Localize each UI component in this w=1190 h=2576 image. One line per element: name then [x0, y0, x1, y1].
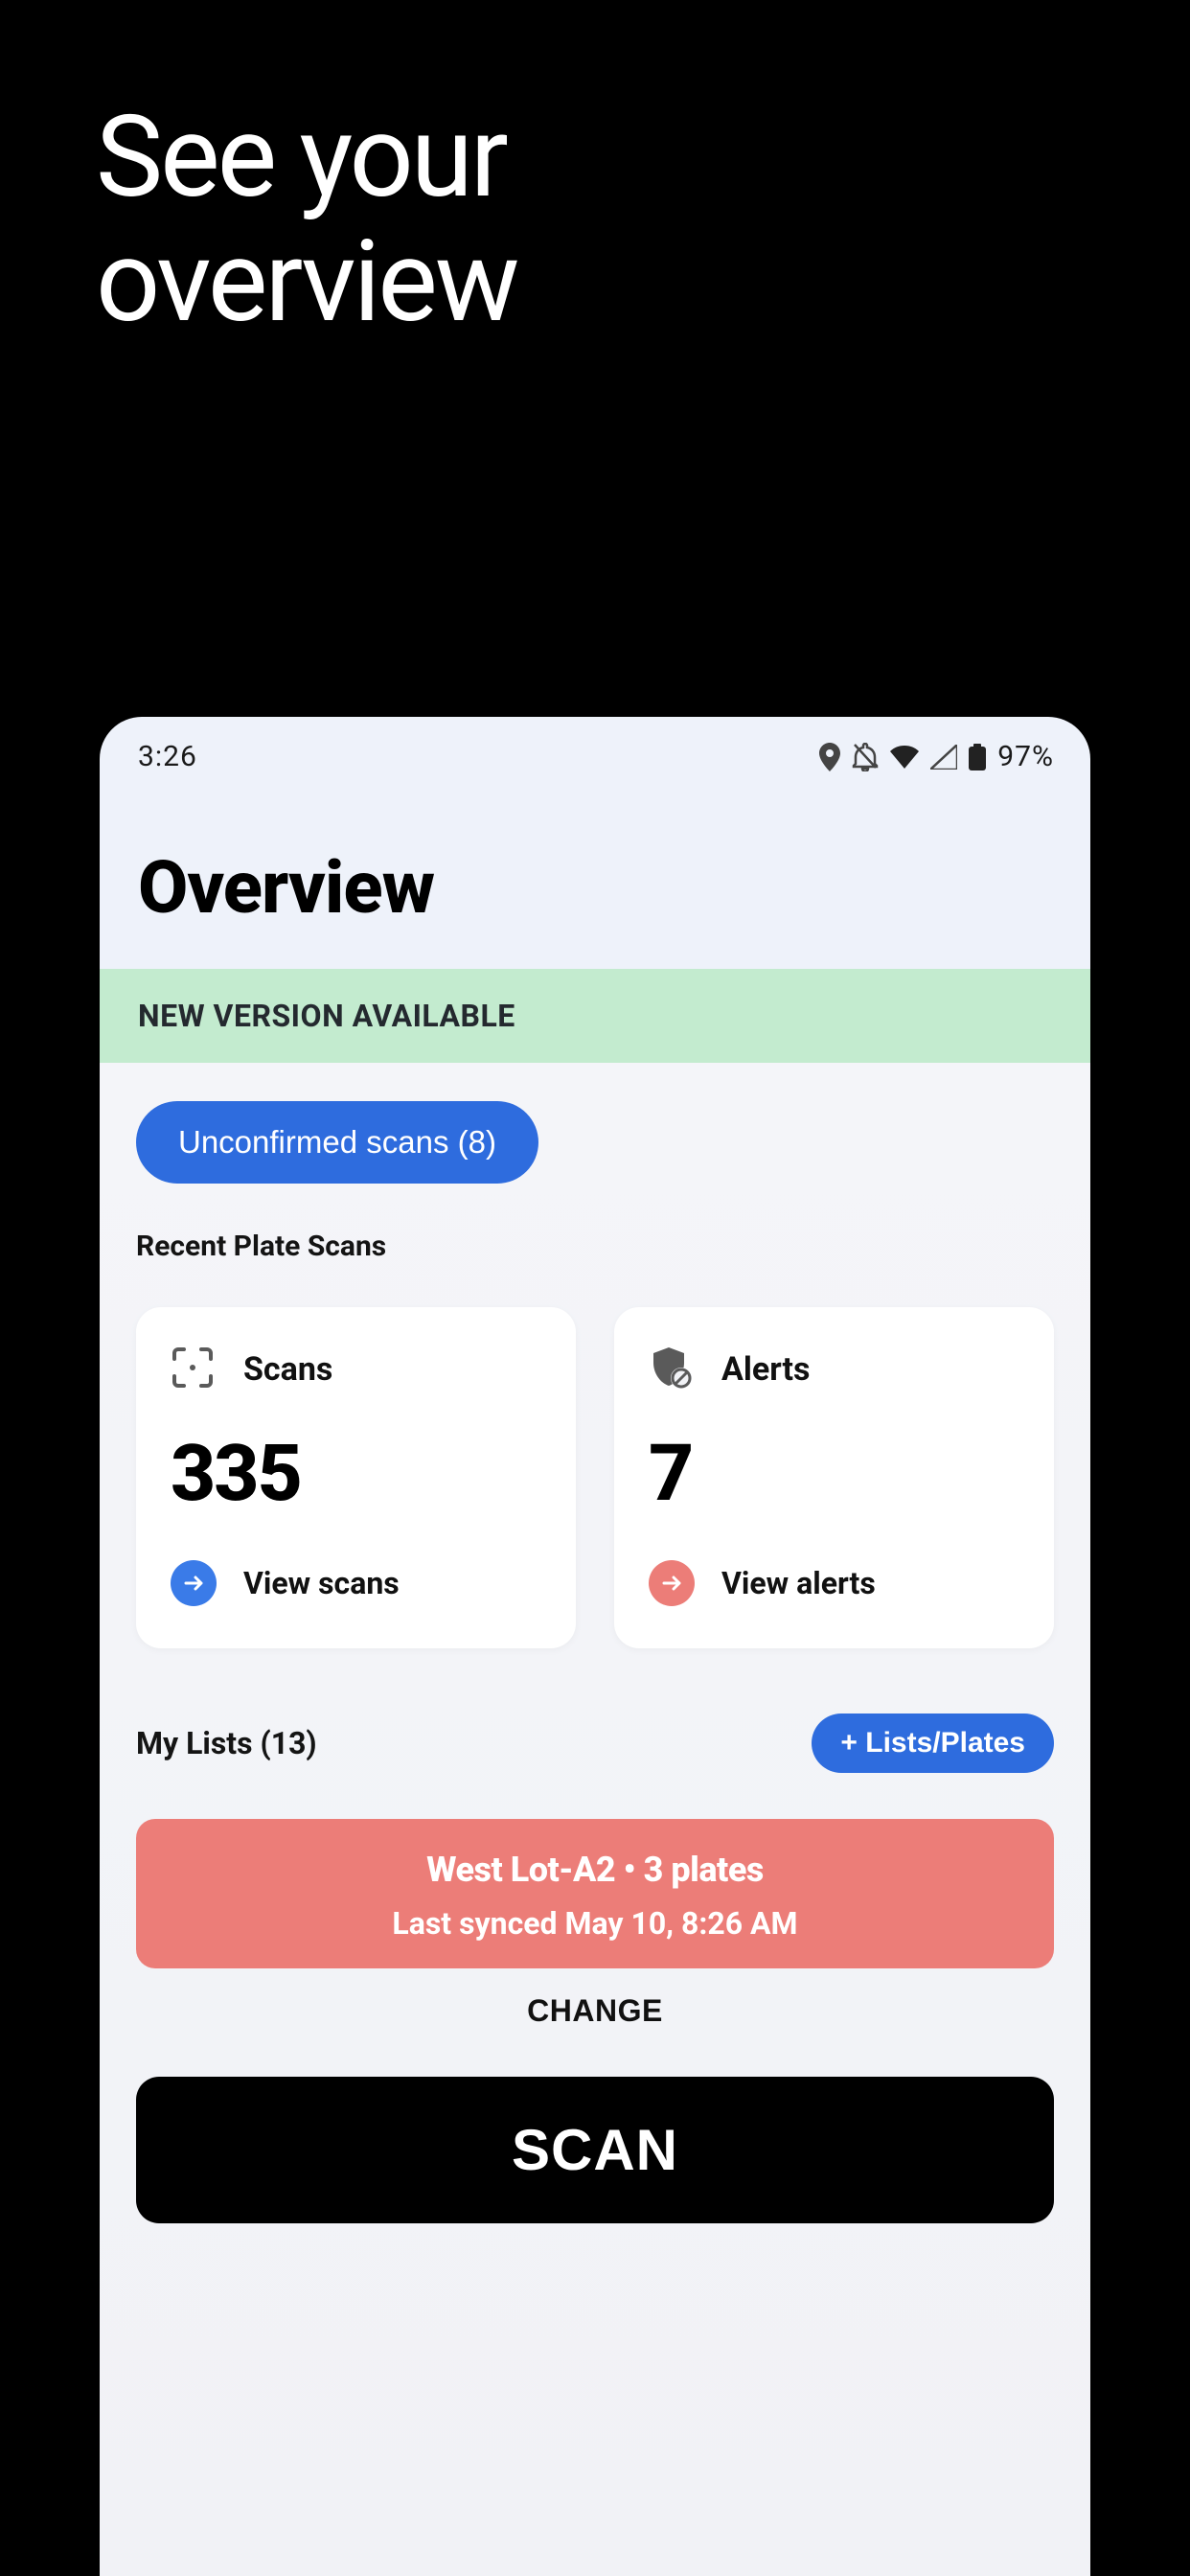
battery-icon: [969, 744, 986, 770]
promo-heading: See your overview: [0, 0, 1190, 345]
content-area: Unconfirmed scans (8) Recent Plate Scans: [100, 1063, 1090, 2576]
add-lists-label: + Lists/Plates: [840, 1727, 1025, 1759]
change-button[interactable]: CHANGE: [136, 1993, 1054, 2029]
add-lists-button[interactable]: + Lists/Plates: [812, 1714, 1054, 1773]
update-banner-text: NEW VERSION AVAILABLE: [138, 998, 515, 1034]
promo-line-1: See your: [96, 96, 1190, 220]
signal-icon: [930, 745, 957, 770]
location-icon: [819, 743, 840, 771]
battery-percent: 97%: [997, 740, 1054, 773]
unconfirmed-scans-chip[interactable]: Unconfirmed scans (8): [136, 1101, 538, 1184]
scans-card-value: 335: [171, 1428, 541, 1520]
scans-card-title: Scans: [243, 1350, 332, 1389]
view-alerts-text: View alerts: [721, 1565, 876, 1601]
arrow-right-icon: [171, 1560, 217, 1606]
scans-card[interactable]: Scans 335 View scans: [136, 1307, 576, 1648]
change-label: CHANGE: [527, 1993, 663, 2028]
lot-title: West Lot-A2 • 3 plates: [136, 1850, 1054, 1890]
page-title-wrap: Overview: [100, 787, 1090, 969]
alerts-card-title: Alerts: [721, 1350, 810, 1389]
update-banner[interactable]: NEW VERSION AVAILABLE: [100, 969, 1090, 1063]
alerts-card-header: Alerts: [649, 1346, 1019, 1393]
lot-panel[interactable]: West Lot-A2 • 3 plates Last synced May 1…: [136, 1819, 1054, 1968]
unconfirmed-scans-label: Unconfirmed scans (8): [178, 1124, 496, 1160]
shield-alert-icon: [649, 1346, 693, 1393]
status-icons: 97%: [819, 740, 1054, 773]
recent-scans-label: Recent Plate Scans: [136, 1230, 1054, 1263]
bell-off-icon: [852, 743, 879, 771]
status-time: 3:26: [138, 740, 197, 773]
view-alerts-link[interactable]: View alerts: [649, 1560, 1019, 1606]
scans-card-header: Scans: [171, 1346, 541, 1393]
wifi-icon: [890, 746, 919, 769]
view-scans-text: View scans: [243, 1565, 400, 1601]
lot-synced: Last synced May 10, 8:26 AM: [136, 1905, 1054, 1942]
scan-label: SCAN: [512, 2118, 678, 2182]
alerts-card[interactable]: Alerts 7 View alerts: [614, 1307, 1054, 1648]
phone-frame: 3:26 97% Overview NEW VERSION AVAILABLE …: [100, 717, 1090, 2576]
my-lists-row: My Lists (13) + Lists/Plates: [136, 1714, 1054, 1773]
page-title: Overview: [138, 844, 1052, 931]
promo-line-2: overview: [96, 220, 1190, 345]
my-lists-label: My Lists (13): [136, 1725, 317, 1761]
arrow-right-icon: [649, 1560, 695, 1606]
status-bar: 3:26 97%: [100, 717, 1090, 787]
cards-row: Scans 335 View scans: [136, 1307, 1054, 1648]
scan-button[interactable]: SCAN: [136, 2077, 1054, 2223]
view-scans-link[interactable]: View scans: [171, 1560, 541, 1606]
scan-target-icon: [171, 1346, 215, 1393]
alerts-card-value: 7: [649, 1428, 1019, 1520]
